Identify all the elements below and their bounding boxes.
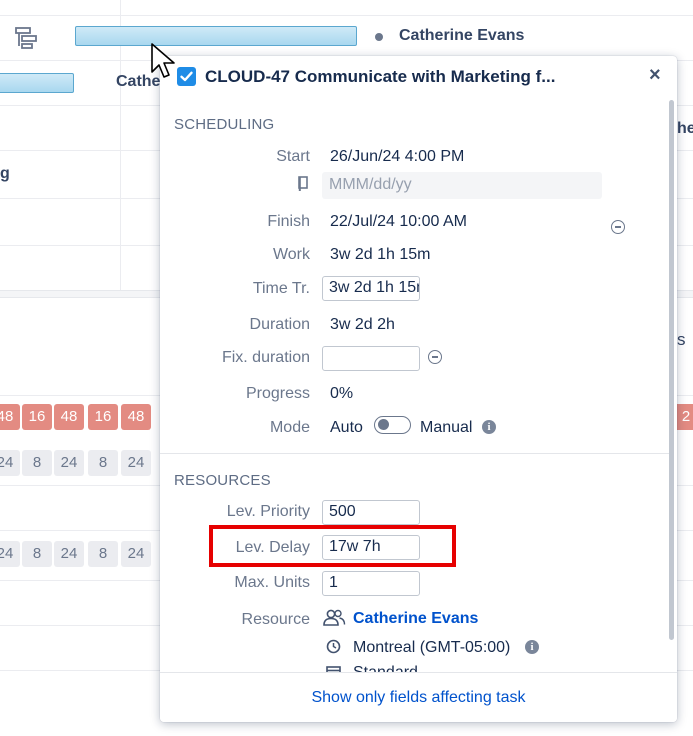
finish-label: Finish — [267, 213, 310, 230]
flag-icon — [298, 176, 308, 191]
time-tracked-label: Time Tr. — [252, 280, 310, 297]
progress-label: Progress — [245, 385, 310, 402]
close-icon[interactable]: × — [649, 64, 661, 87]
workload-cell: 8 — [22, 450, 52, 476]
lev-priority-label: Lev. Priority — [226, 503, 310, 520]
start-label: Start — [276, 148, 310, 165]
cursor-icon — [151, 43, 175, 78]
workload-cell: 48 — [121, 404, 151, 430]
calendar-value: Standard — [353, 664, 418, 672]
section-title-resources: RESOURCES — [174, 472, 271, 489]
progress-value[interactable]: 0% — [330, 385, 353, 403]
toggle-knob — [378, 419, 389, 430]
mode-toggle[interactable] — [374, 416, 411, 434]
fix-duration-input[interactable] — [322, 346, 420, 371]
mode-manual-label: Manual — [420, 419, 473, 436]
workload-cell: 8 — [88, 541, 118, 567]
workload-cell: 8 — [22, 541, 52, 567]
workload-cell: 24 — [121, 450, 151, 476]
constraint-date-input[interactable]: MMM/dd/yy — [322, 172, 602, 199]
fix-duration-label: Fix. duration — [221, 349, 310, 366]
workload-cell: 48 — [0, 404, 20, 430]
workload-cell: 24 — [0, 541, 20, 567]
max-units-input[interactable]: 1 — [322, 571, 420, 596]
finish-value[interactable]: 22/Jul/24 10:00 AM — [330, 213, 467, 231]
checkbox-icon[interactable] — [177, 67, 196, 86]
lev-delay-highlight — [209, 525, 456, 567]
bullet-dot — [375, 33, 383, 41]
minus-circle-icon[interactable] — [611, 220, 625, 234]
wbs-icon[interactable] — [14, 26, 40, 50]
grid-line — [0, 15, 693, 16]
workload-cell: 24 — [54, 541, 84, 567]
task-details-popup: CLOUD-47 Communicate with Marketing f...… — [160, 56, 677, 722]
clock-icon — [326, 639, 341, 654]
resource-label: Resource — [241, 611, 310, 628]
section-divider — [160, 453, 670, 454]
workload-cell: 48 — [54, 404, 84, 430]
workload-cell: 8 — [88, 450, 118, 476]
popup-title: CLOUD-47 Communicate with Marketing f... — [205, 67, 556, 86]
task-bar[interactable] — [0, 73, 74, 93]
workload-cell: 24 — [0, 450, 20, 476]
popup-body[interactable]: SCHEDULING Start 26/Jun/24 4:00 PM MMM/d… — [160, 100, 677, 672]
mode-auto-label: Auto — [330, 419, 363, 436]
timezone-value: Montreal (GMT-05:00) — [353, 639, 511, 656]
workload-cell: 24 — [54, 450, 84, 476]
info-icon[interactable]: i — [482, 420, 496, 434]
work-value[interactable]: 3w 2d 1h 15m — [330, 246, 431, 264]
show-affecting-fields-link[interactable]: Show only fields affecting task — [160, 689, 677, 707]
info-icon[interactable]: i — [525, 640, 539, 654]
section-title-scheduling: SCHEDULING — [174, 116, 275, 133]
work-label: Work — [272, 246, 310, 263]
task-name-fragment: he — [677, 120, 693, 137]
task-name-fragment: s — [677, 330, 686, 349]
resource-link[interactable]: Catherine Evans — [353, 610, 478, 628]
popup-header: CLOUD-47 Communicate with Marketing f...… — [160, 56, 677, 100]
minus-circle-icon[interactable] — [428, 350, 442, 364]
popup-scrollbar[interactable] — [669, 100, 674, 640]
task-name-fragment: g — [0, 165, 10, 182]
popup-footer: Show only fields affecting task — [160, 672, 677, 722]
workload-cell: 24 — [121, 541, 151, 567]
workload-cell: 16 — [88, 404, 118, 430]
start-value[interactable]: 26/Jun/24 4:00 PM — [330, 148, 464, 166]
max-units-label: Max. Units — [234, 574, 310, 591]
duration-value[interactable]: 3w 2d 2h — [330, 316, 395, 334]
lev-priority-input[interactable]: 500 — [322, 500, 420, 525]
bar-resource-label: Catherine Evans — [399, 27, 525, 44]
workload-cell: 16 — [22, 404, 52, 430]
time-tracked-input[interactable]: 3w 2d 1h 15m — [322, 276, 420, 301]
duration-label: Duration — [249, 316, 310, 333]
people-icon — [323, 609, 346, 626]
mode-label: Mode — [269, 419, 310, 436]
task-bar[interactable] — [75, 26, 357, 46]
